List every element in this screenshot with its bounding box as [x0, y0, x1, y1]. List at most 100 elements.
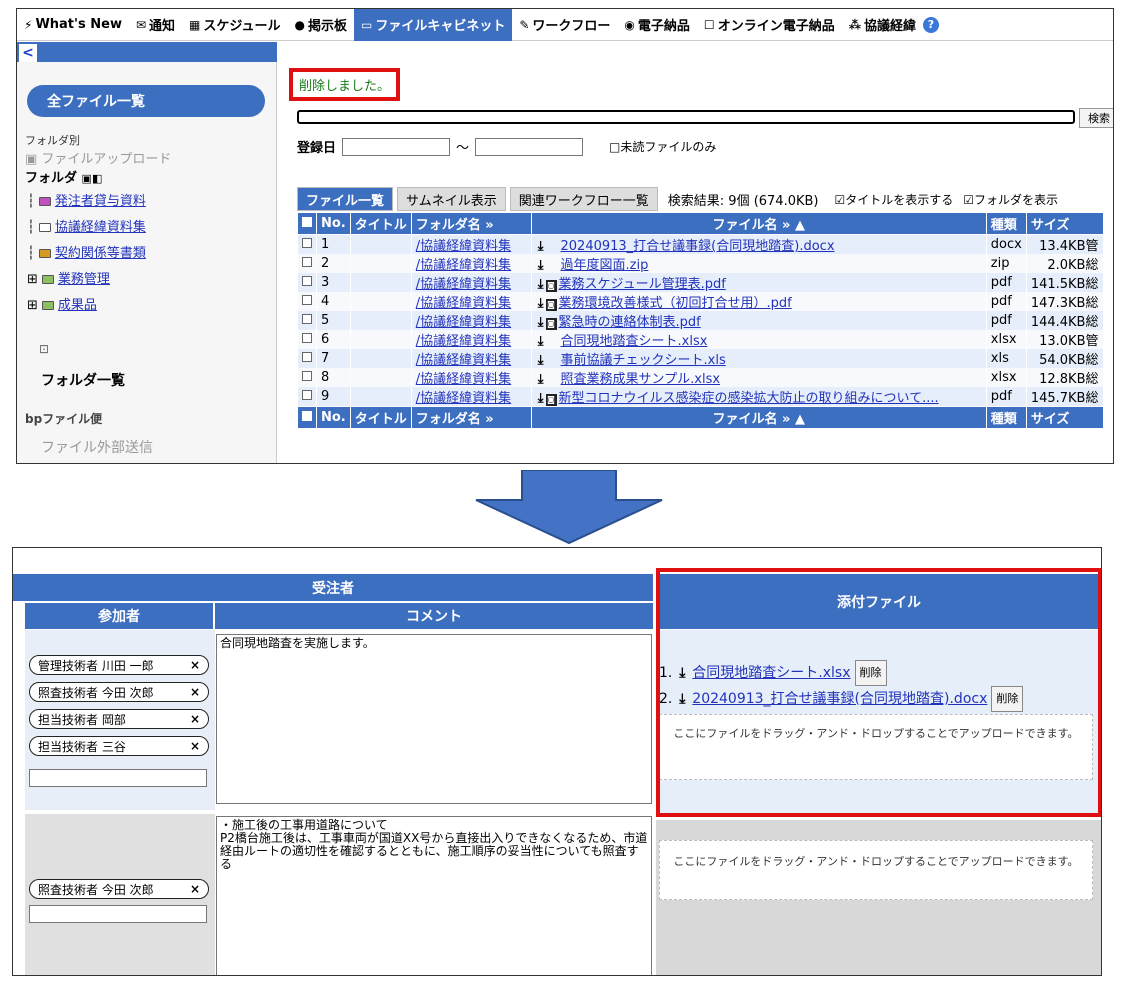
nav-item-1[interactable]: ✉ 通知 — [129, 9, 182, 41]
folder-link[interactable]: /協議経緯資料集 — [416, 296, 511, 311]
preview-icon[interactable]: ◙ — [545, 318, 557, 330]
file-upload-link[interactable]: ▣ ファイルアップロード — [25, 148, 171, 167]
preview-icon[interactable]: ◙ — [545, 299, 557, 311]
download-icon[interactable]: ⤓ — [538, 334, 544, 349]
nav-item-0[interactable]: ⚡ What's New — [17, 9, 129, 41]
row-checkbox[interactable] — [297, 368, 317, 387]
row-checkbox[interactable] — [297, 254, 317, 273]
nav-item-4[interactable]: ▭ ファイルキャビネット — [353, 9, 513, 41]
row-checkbox[interactable] — [297, 292, 317, 311]
folder-link[interactable]: /協議経緯資料集 — [416, 258, 511, 273]
folder-list-link[interactable]: フォルダ一覧 — [41, 370, 125, 390]
comment-textarea[interactable]: 合同現地踏査を実施します。 — [216, 634, 652, 804]
download-icon[interactable]: ⤓ — [538, 258, 544, 273]
column-header[interactable]: フォルダ名 » — [410, 406, 532, 429]
folder-tree-item[interactable]: ┆ 協議経緯資料集 — [27, 216, 146, 235]
date-to-input[interactable] — [475, 137, 584, 156]
download-icon[interactable]: ⤓ — [538, 315, 544, 330]
drop-zone[interactable]: ここにファイルをドラッグ・アンド・ドロップすることでアップロードできます。 — [659, 840, 1093, 900]
folder-link[interactable]: 契約関係等書類 — [55, 246, 146, 261]
nav-item-2[interactable]: ▦ スケジュール — [182, 9, 287, 41]
file-link[interactable]: 緊急時の連絡体制表.pdf — [559, 315, 701, 330]
participant-input[interactable] — [29, 905, 207, 923]
all-files-button[interactable]: 全ファイル一覧 — [27, 85, 265, 117]
unread-only-checkbox[interactable]: □未読ファイルのみ — [609, 138, 716, 155]
remove-tag-icon[interactable]: × — [190, 739, 200, 753]
folder-link[interactable]: /協議経緯資料集 — [416, 239, 511, 254]
search-button[interactable]: 検索 — [1079, 108, 1113, 128]
tree-add-icon[interactable]: ⊡ — [39, 342, 49, 356]
row-checkbox[interactable] — [297, 234, 317, 254]
file-link[interactable]: 新型コロナウイルス感染症の感染拡大防止の取り組みについて.... — [559, 391, 939, 406]
row-checkbox[interactable] — [297, 349, 317, 368]
remove-tag-icon[interactable]: × — [190, 712, 200, 726]
folder-tree-item[interactable]: ⊞ 成果品 — [27, 294, 97, 313]
preview-icon[interactable]: ◙ — [545, 394, 557, 406]
folder-link[interactable]: 業務管理 — [58, 272, 110, 287]
date-from-input[interactable] — [342, 137, 451, 156]
comment-textarea[interactable]: ・施工後の工事用道路について P2橋台施工後は、工事車両が国道XX号から直接出入… — [216, 816, 652, 975]
folder-link[interactable]: 成果品 — [58, 298, 97, 313]
row-checkbox[interactable] — [297, 330, 317, 349]
nav-item-5[interactable]: ✎ ワークフロー — [512, 9, 617, 41]
file-link[interactable]: 20240913_打合せ議事録(合同現地踏査).docx — [561, 239, 835, 254]
folder-link[interactable]: /協議経緯資料集 — [416, 315, 511, 330]
participant-tag[interactable]: 担当技術者 岡部 × — [29, 709, 209, 729]
participant-input[interactable] — [29, 769, 207, 787]
tab-thumbnail[interactable]: サムネイル表示 — [397, 187, 506, 211]
external-send-link[interactable]: ファイル外部送信 — [41, 437, 153, 457]
tab-related-workflow[interactable]: 関連ワークフロー一覧 — [509, 187, 658, 211]
nav-item-8[interactable]: ⁂ 協議経緯 — [842, 9, 923, 41]
column-header[interactable]: ファイル名 » ▲ — [530, 212, 987, 235]
column-header[interactable]: フォルダ名 » — [410, 212, 532, 235]
folder-link[interactable]: /協議経緯資料集 — [416, 353, 511, 368]
folder-tree-item[interactable]: ┆ 契約関係等書類 — [27, 242, 146, 261]
search-input[interactable] — [297, 110, 1075, 124]
row-checkbox[interactable] — [297, 311, 317, 330]
download-icon[interactable]: ⤓ — [538, 277, 544, 292]
folder-link[interactable]: /協議経緯資料集 — [416, 334, 511, 349]
file-link[interactable]: 合同現地踏査シート.xlsx — [561, 334, 708, 349]
show-folder-checkbox[interactable]: ☑フォルダを表示 — [963, 187, 1058, 211]
participant-tag[interactable]: 照査技術者 今田 次郎 × — [29, 879, 209, 899]
file-link[interactable]: 業務スケジュール管理表.pdf — [559, 277, 726, 292]
remove-tag-icon[interactable]: × — [190, 685, 200, 699]
table-row: 6/協議経緯資料集 ⤓ 合同現地踏査シート.xlsx xlsx 13.0KB管 — [297, 330, 1104, 349]
participant-tag[interactable]: 照査技術者 今田 次郎 × — [29, 682, 209, 702]
folder-link[interactable]: 協議経緯資料集 — [55, 220, 146, 235]
folder-link[interactable]: /協議経緯資料集 — [416, 391, 511, 406]
nav-item-6[interactable]: ◉ 電子納品 — [617, 9, 697, 41]
row-checkbox[interactable] — [297, 273, 317, 292]
help-icon[interactable]: ? — [923, 16, 939, 33]
file-link[interactable]: 照査業務成果サンプル.xlsx — [561, 372, 721, 387]
nav-item-3[interactable]: ● 掲示板 — [287, 9, 354, 41]
remove-tag-icon[interactable]: × — [190, 658, 200, 672]
remove-tag-icon[interactable]: × — [190, 882, 200, 896]
expand-collapse-icon[interactable]: ▣◧ — [82, 172, 103, 185]
nav-item-7[interactable]: ☐ オンライン電子納品 — [697, 9, 842, 41]
collapse-sidebar-button[interactable]: < — [19, 44, 37, 62]
folder-tree-item[interactable]: ⊞ 業務管理 — [27, 268, 110, 287]
show-title-checkbox[interactable]: ☑タイトルを表示する — [829, 187, 960, 211]
participant-tag[interactable]: 担当技術者 三谷 × — [29, 736, 209, 756]
download-icon[interactable]: ⤓ — [538, 296, 544, 311]
participant-tag[interactable]: 管理技術者 川田 一郎 × — [29, 655, 209, 675]
file-link[interactable]: 事前協議チェックシート.xls — [561, 353, 726, 368]
file-upload-label: ファイルアップロード — [41, 152, 172, 167]
folder-link[interactable]: 発注者貸与資料 — [55, 194, 146, 209]
file-link[interactable]: 業務環境改善様式（初回打合せ用）.pdf — [559, 296, 792, 311]
download-icon[interactable]: ⤓ — [538, 372, 544, 387]
download-icon[interactable]: ⤓ — [538, 391, 544, 406]
folder-link[interactable]: /協議経緯資料集 — [416, 277, 511, 292]
preview-icon[interactable]: ◙ — [545, 280, 557, 292]
folder-tree-item[interactable]: ┆ 発注者貸与資料 — [27, 190, 146, 209]
column-header[interactable]: ファイル名 » ▲ — [530, 406, 987, 429]
folder-link[interactable]: /協議経緯資料集 — [416, 372, 511, 387]
row-checkbox[interactable] — [297, 387, 317, 407]
download-icon[interactable]: ⤓ — [538, 353, 544, 368]
download-icon[interactable]: ⤓ — [538, 239, 544, 254]
select-all-checkbox[interactable] — [297, 406, 317, 429]
select-all-checkbox[interactable] — [297, 212, 317, 235]
tab-file-list[interactable]: ファイル一覧 — [297, 187, 394, 211]
file-link[interactable]: 過年度図面.zip — [561, 258, 649, 273]
